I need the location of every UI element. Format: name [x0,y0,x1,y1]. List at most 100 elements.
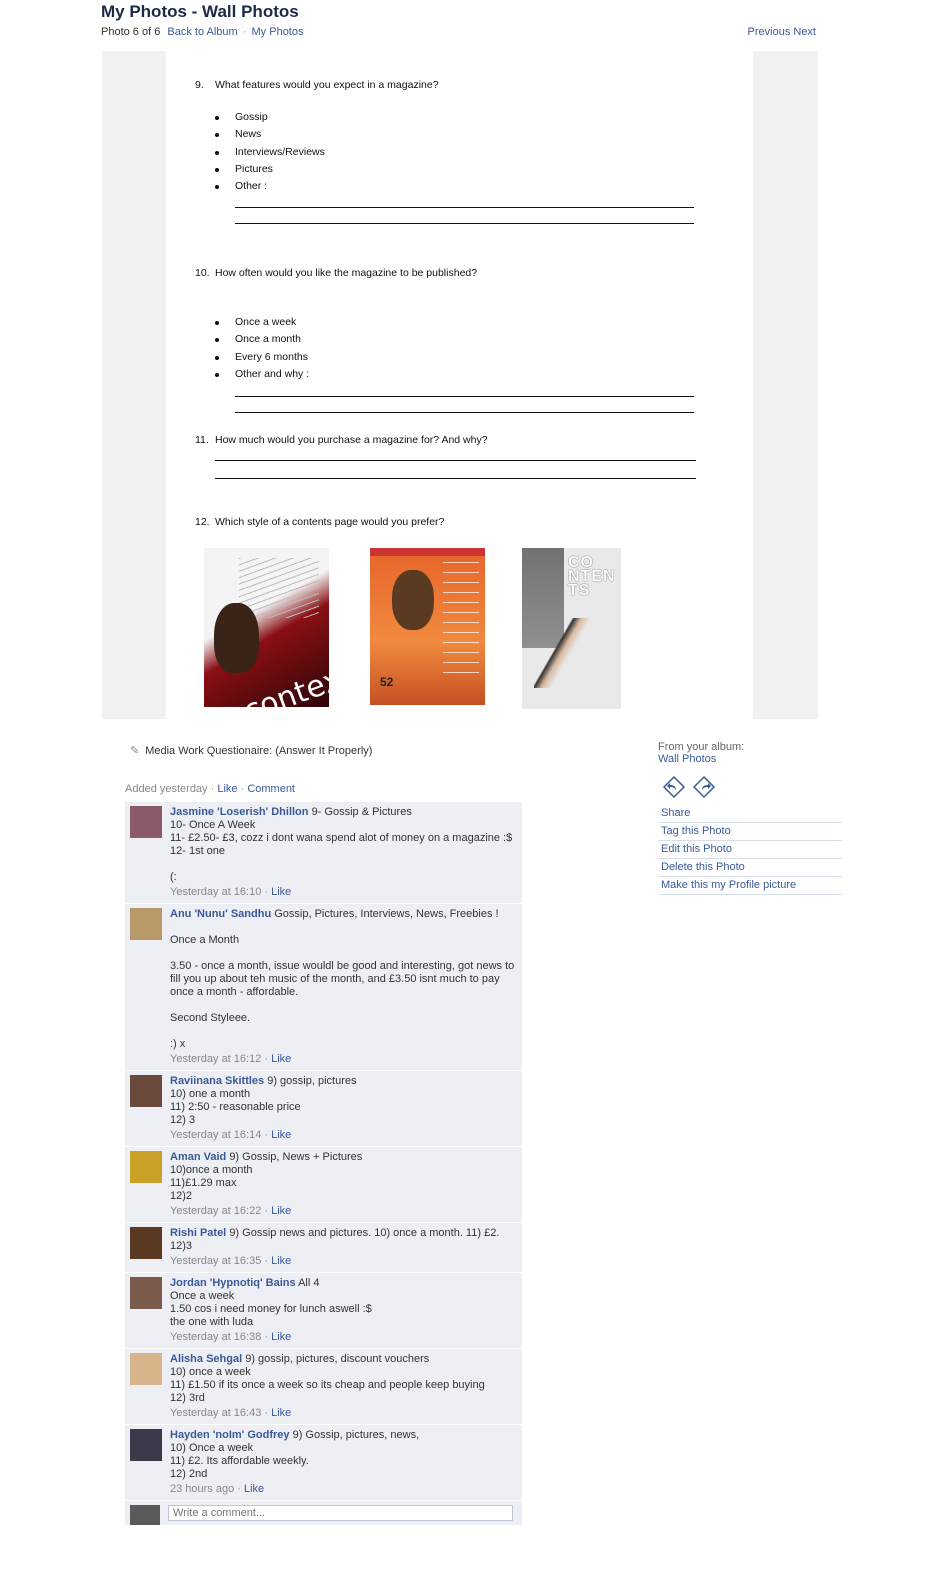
avatar [130,1505,160,1525]
option: Every 6 months [215,351,309,368]
album-link[interactable]: Wall Photos [658,753,716,765]
comment-meta: Yesterday at 16:12 · Like [170,1053,292,1065]
answer-line [235,396,694,397]
like-link[interactable]: Like [244,1483,264,1495]
figure [534,618,589,688]
comment: Rishi Patel 9) Gossip news and pictures.… [125,1223,522,1273]
answer-line [215,478,696,479]
avatar[interactable] [130,1429,162,1461]
like-link[interactable]: Like [271,1129,291,1141]
like-link[interactable]: Like [271,1407,291,1419]
cover-text: CO NTEN TS [568,554,616,599]
contents-style-1-image: contex [204,548,329,707]
answer-line [235,412,694,413]
option: News [215,128,325,145]
like-link[interactable]: Like [217,783,237,795]
option: Other and why : [215,368,309,385]
page-title: My Photos - Wall Photos [101,2,299,21]
contents-list [443,562,479,682]
comment: Jasmine 'Loserish' Dhillon 9- Gossip & P… [125,802,522,904]
from-album-label: From your album: [658,741,745,753]
contents-style-3-image: CO NTEN TS [522,548,621,709]
commenter-name[interactable]: Hayden 'noIm' Godfrey [170,1429,290,1441]
comment-meta: Yesterday at 16:10 · Like [170,886,292,898]
avatar[interactable] [130,1075,162,1107]
question-11: 11. How much would you purchase a magazin… [195,434,488,446]
commenter-name[interactable]: Rishi Patel [170,1227,226,1239]
make-profile-picture-link[interactable]: Make this my Profile picture [658,877,842,895]
like-link[interactable]: Like [271,886,291,898]
option: Once a month [215,333,309,350]
answer-line [235,223,694,224]
photo-count: Photo 6 of 6 [101,26,161,38]
option: Once a week [215,316,309,333]
q10-options: Once a week Once a month Every 6 months … [215,316,309,385]
comment: Anu 'Nunu' Sandhu Gossip, Pictures, Inte… [125,904,522,1071]
breadcrumb: Photo 6 of 6 Back to Album · My Photos [101,26,303,38]
previous-link[interactable]: Previous [748,26,791,38]
comment-meta: Yesterday at 16:43 · Like [170,1407,292,1419]
avatar[interactable] [130,1353,162,1385]
comment-meta: Yesterday at 16:14 · Like [170,1129,292,1141]
pencil-icon[interactable]: ✎ [130,745,139,757]
reply-icon[interactable] [662,775,686,799]
commenter-name[interactable]: Jasmine 'Loserish' Dhillon [170,806,309,818]
comment: Aman Vaid 9) Gossip, News + Pictures 10)… [125,1147,522,1223]
comment-meta: 23 hours ago · Like [170,1483,265,1495]
photo-caption: ✎ Media Work Questionaire: (Answer It Pro… [130,745,373,757]
photo-pager: Previous Next [748,26,816,38]
avatar[interactable] [130,1227,162,1259]
comment-link[interactable]: Comment [247,783,295,795]
commenter-name[interactable]: Anu 'Nunu' Sandhu [170,908,271,920]
question-10: 10. How often would you like the magazine… [195,267,478,279]
avatar[interactable] [130,908,162,940]
option: Interviews/Reviews [215,146,325,163]
back-to-album-link[interactable]: Back to Album [167,26,237,38]
answer-line [235,207,694,208]
edit-photo-link[interactable]: Edit this Photo [658,841,842,859]
my-photos-link[interactable]: My Photos [252,26,304,38]
answer-line [215,460,696,461]
like-link[interactable]: Like [271,1205,291,1217]
share-icons [658,775,842,801]
commenter-name[interactable]: Raviinana Skittles [170,1075,264,1087]
page-number: 52 [380,675,394,689]
comment-input[interactable] [168,1505,513,1521]
added-row: Added yesterday · Like · Comment [125,783,295,795]
comment-meta: Yesterday at 16:38 · Like [170,1331,292,1343]
separator: · [242,26,247,38]
avatar[interactable] [130,806,162,838]
forward-icon[interactable] [692,775,716,799]
write-comment-row [125,1501,522,1525]
next-link[interactable]: Next [793,26,816,38]
option: Pictures [215,163,325,180]
comment: Jordan 'Hypnotiq' Bains All 4 Once a wee… [125,1273,522,1349]
comment-text: Gossip, Pictures, Interviews, News, Free… [170,908,515,1050]
commenter-name[interactable]: Aman Vaid [170,1151,226,1163]
portrait [214,603,259,673]
photo-sidebar: From your album: Wall Photos Share Tag t… [658,741,842,895]
comment-meta: Yesterday at 16:22 · Like [170,1205,292,1217]
delete-photo-link[interactable]: Delete this Photo [658,859,842,877]
avatar[interactable] [130,1277,162,1309]
q9-options: Gossip News Interviews/Reviews Pictures … [215,111,325,197]
share-link[interactable]: Share [658,805,842,823]
commenter-name[interactable]: Jordan 'Hypnotiq' Bains [170,1277,296,1289]
comment-list: Jasmine 'Loserish' Dhillon 9- Gossip & P… [125,802,522,1525]
comment: Alisha Sehgal 9) gossip, pictures, disco… [125,1349,522,1425]
question-9: 9. What features would you expect in a ma… [195,79,439,91]
portrait [392,570,434,630]
questionnaire-photo[interactable]: 9. What features would you expect in a ma… [166,51,753,719]
comment: Raviinana Skittles 9) gossip, pictures 1… [125,1071,522,1147]
comment: Hayden 'noIm' Godfrey 9) Gossip, picture… [125,1425,522,1501]
question-12: 12. Which style of a contents page would … [195,516,445,528]
option: Gossip [215,111,325,128]
like-link[interactable]: Like [271,1255,291,1267]
tag-photo-link[interactable]: Tag this Photo [658,823,842,841]
commenter-name[interactable]: Alisha Sehgal [170,1353,242,1365]
like-link[interactable]: Like [271,1331,291,1343]
like-link[interactable]: Like [271,1053,291,1065]
contents-style-2-image: 52 [370,548,485,705]
comment-meta: Yesterday at 16:35 · Like [170,1255,292,1267]
avatar[interactable] [130,1151,162,1183]
